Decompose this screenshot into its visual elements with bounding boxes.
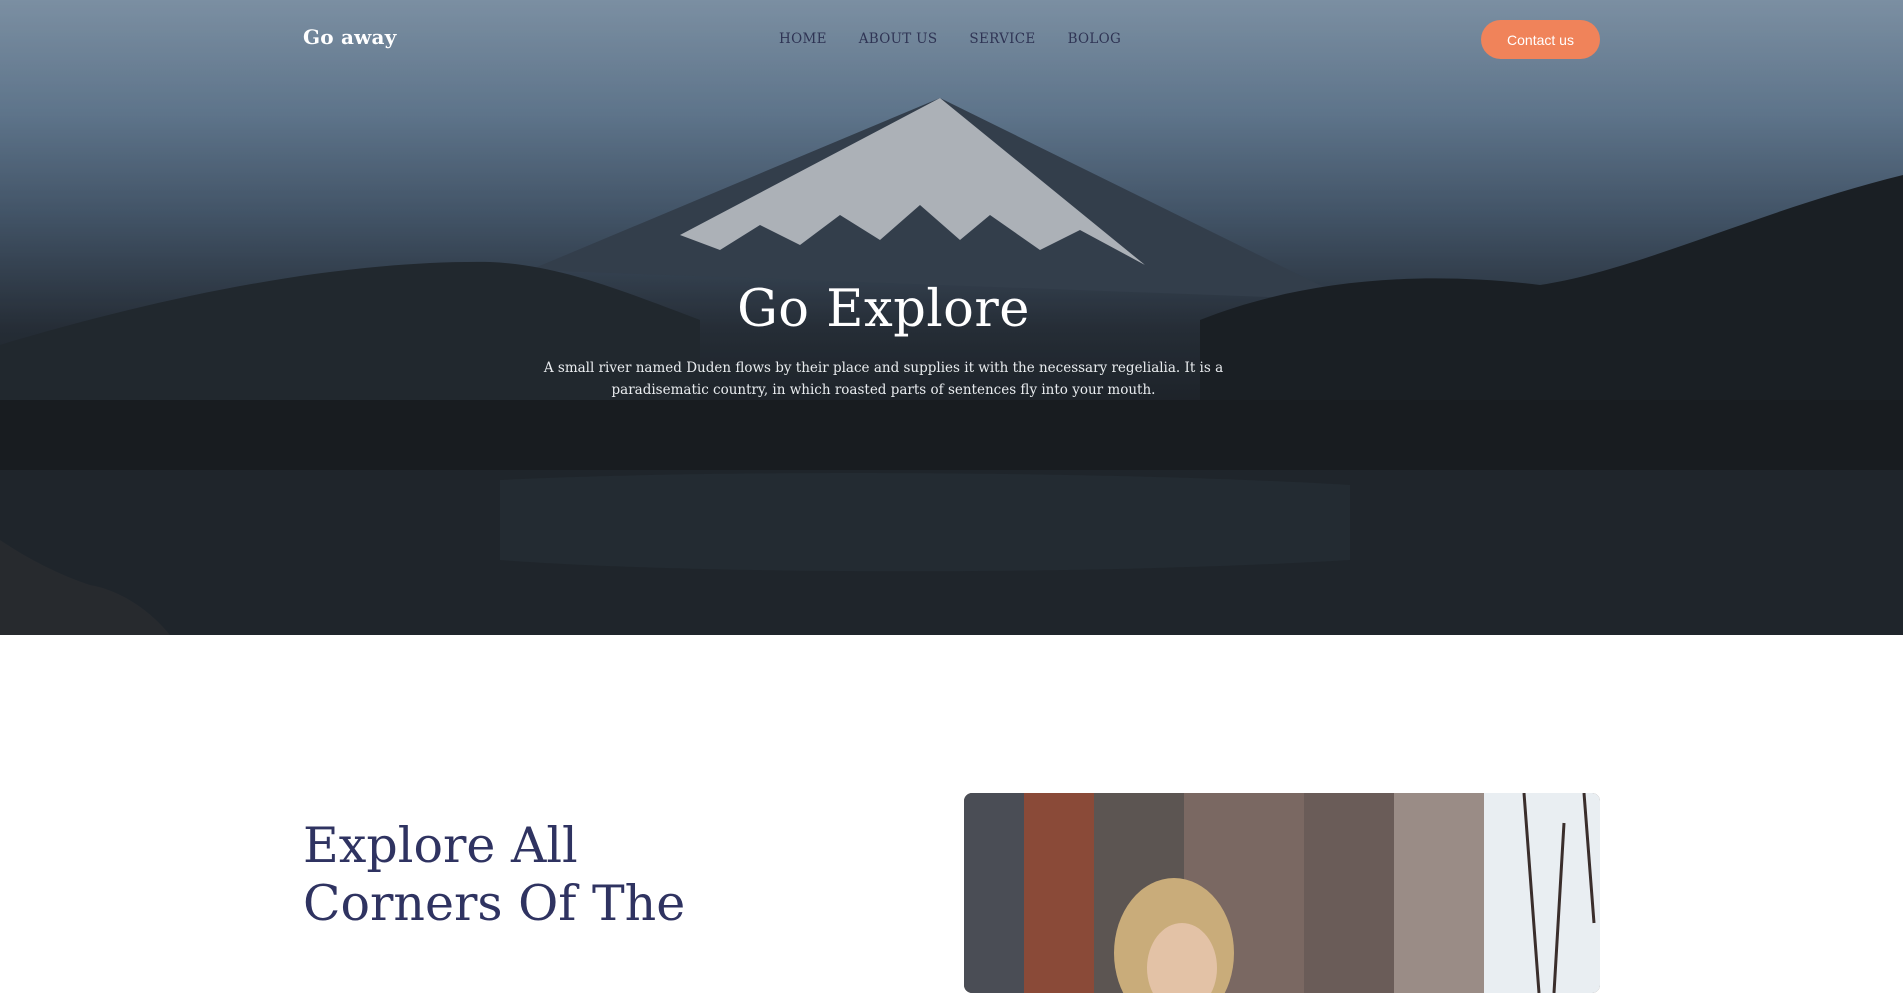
main-menu: HOME ABOUT US SERVICE BOLOG — [779, 31, 1121, 47]
nav-home-link[interactable]: HOME — [779, 31, 827, 47]
nav-about-link[interactable]: ABOUT US — [859, 31, 938, 47]
top-navbar: Go away HOME ABOUT US SERVICE BOLOG Cont… — [0, 0, 1903, 80]
brand-logo[interactable]: Go away — [303, 25, 397, 49]
portrait-photo — [964, 793, 1600, 993]
section-title: Explore All Corners Of The — [303, 817, 686, 932]
hero-title: Go Explore — [737, 280, 1030, 339]
hero-subtitle: A small river named Duden flows by their… — [543, 360, 1224, 398]
nav-blog-link[interactable]: BOLOG — [1068, 31, 1122, 47]
explore-section: Explore All Corners Of The — [0, 635, 1903, 993]
nav-service-link[interactable]: SERVICE — [969, 31, 1035, 47]
hero-section: Go away HOME ABOUT US SERVICE BOLOG Cont… — [0, 0, 1903, 635]
contact-button[interactable]: Contact us — [1481, 20, 1600, 59]
hero-content: Go Explore A small river named Duden flo… — [500, 280, 1267, 401]
